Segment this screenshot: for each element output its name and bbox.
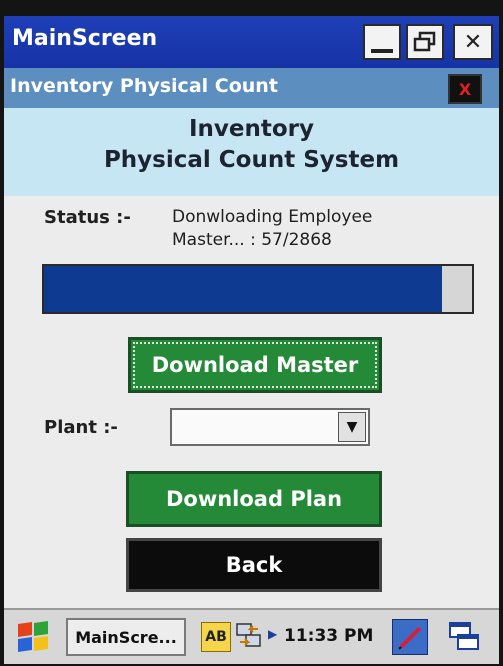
pen-icon [398,626,422,650]
download-plan-button[interactable]: Download Plan [126,471,382,527]
back-button[interactable]: Back [126,538,382,592]
minimize-icon [371,49,393,53]
heading-line-2: Physical Count System [103,147,400,173]
close-button[interactable]: ✕ [453,24,493,60]
download-master-button[interactable]: Download Master [128,337,382,393]
plant-select[interactable]: ▼ [170,408,370,446]
status-line-1: Donwloading Employee [172,207,373,227]
taskbar-task-mainscreen[interactable]: MainScre... [66,618,186,656]
input-method-icon[interactable]: AB [201,622,231,652]
window-title: MainScreen [12,26,158,51]
download-progress-bar [42,264,474,314]
heading-line-1: Inventory [188,116,315,142]
restore-button[interactable] [406,24,444,60]
form-header: Inventory Physical Count X [4,68,499,108]
app-heading: Inventory Physical Count System [4,108,499,196]
close-icon: X [458,79,472,99]
window-switch-icon[interactable] [446,620,482,654]
device-screen: MainScreen ✕ Inventory Physical Count X … [4,16,499,664]
pen-input-icon[interactable] [392,619,428,655]
windows-start-icon[interactable] [14,620,52,654]
taskbar-clock[interactable]: 11:33 PM [284,626,373,646]
close-icon: ✕ [463,29,483,55]
tray-arrow-icon: ▶ [268,627,278,641]
status-label: Status :- [44,207,131,228]
minimize-button[interactable] [363,24,401,60]
status-message: Donwloading Employee Master... : 57/2868 [172,206,472,252]
plant-label: Plant :- [44,417,118,438]
status-line-2: Master... : 57/2868 [172,230,332,250]
form-title: Inventory Physical Count [10,75,278,97]
chevron-down-icon[interactable]: ▼ [338,412,366,442]
form-close-button[interactable]: X [448,74,482,104]
network-sync-icon[interactable] [234,620,264,652]
progress-fill [44,266,443,312]
window-title-bar: MainScreen ✕ [4,16,499,68]
taskbar: MainScre... AB ▶ 11:33 PM [4,608,499,664]
restore-icon [413,31,436,52]
